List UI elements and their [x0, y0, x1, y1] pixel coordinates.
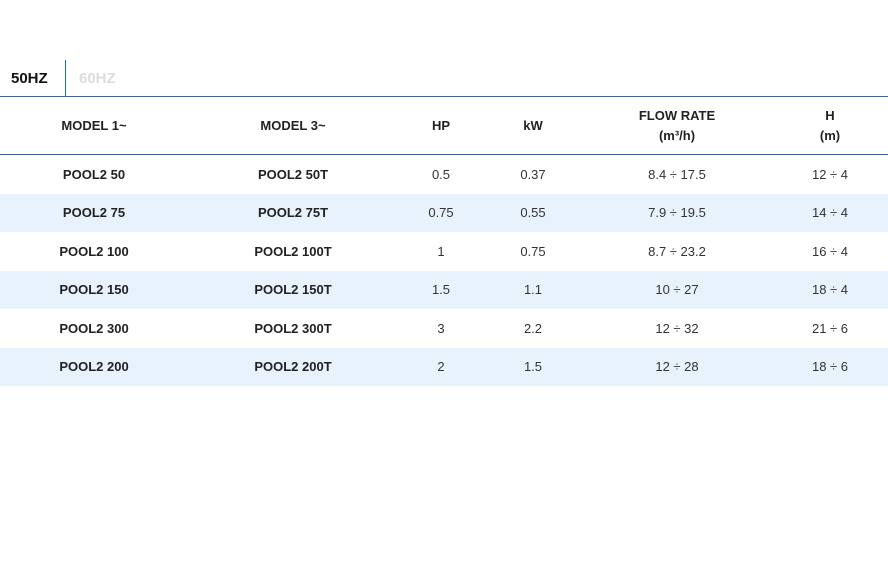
- cell-hp: 0.5: [431, 166, 451, 182]
- cell-model3: POOL2 150T: [254, 282, 332, 298]
- cell-hp: 3: [437, 320, 445, 336]
- cell-hp: 0.75: [428, 205, 454, 221]
- cell-head: 21 ÷ 6: [811, 320, 849, 336]
- header-head-unit: (m): [819, 127, 841, 143]
- table-header: MODEL 1~ MODEL 3~ HP kW FLOW RATE (m³/h)…: [0, 96, 888, 155]
- header-head-label: H: [825, 107, 835, 123]
- cell-kw: 2.2: [523, 320, 543, 336]
- table-row: POOL2 100 POOL2 100T 1 0.75 8.7 ÷ 23.2 1…: [0, 232, 888, 271]
- tab-60hz[interactable]: 60HZ: [66, 60, 116, 96]
- header-flow-rate: FLOW RATE (m³/h): [582, 97, 772, 155]
- frequency-tabs: 50HZ 60HZ: [0, 60, 888, 96]
- cell-kw: 1.1: [523, 282, 543, 298]
- cell-model1: POOL2 100: [59, 243, 129, 259]
- cell-model1: POOL2 75: [62, 205, 126, 221]
- cell-hp: 2: [437, 359, 445, 375]
- cell-model1: POOL2 200: [59, 359, 129, 375]
- table-row: POOL2 150 POOL2 150T 1.5 1.1 10 ÷ 27 18 …: [0, 270, 888, 309]
- cell-flow: 12 ÷ 32: [655, 320, 699, 336]
- cell-kw: 0.75: [520, 243, 546, 259]
- pump-spec-table-container: MODEL 1~ MODEL 3~ HP kW FLOW RATE (m³/h)…: [0, 96, 888, 386]
- cell-flow: 8.7 ÷ 23.2: [648, 243, 706, 259]
- cell-kw: 0.37: [520, 166, 546, 182]
- cell-head: 14 ÷ 4: [811, 205, 849, 221]
- header-model1: MODEL 1~: [61, 117, 127, 133]
- cell-model3: POOL2 300T: [254, 320, 332, 336]
- cell-head: 18 ÷ 4: [811, 282, 849, 298]
- cell-head: 12 ÷ 4: [811, 166, 849, 182]
- cell-kw: 0.55: [520, 205, 546, 221]
- header-model3: MODEL 3~: [260, 117, 326, 133]
- cell-model1: POOL2 300: [59, 320, 129, 336]
- table-body: POOL2 50 POOL2 50T 0.5 0.37 8.4 ÷ 17.5 1…: [0, 155, 888, 386]
- cell-flow: 8.4 ÷ 17.5: [648, 166, 706, 182]
- header-flow-rate-unit: (m³/h): [658, 127, 696, 143]
- table-row: POOL2 75 POOL2 75T 0.75 0.55 7.9 ÷ 19.5 …: [0, 193, 888, 232]
- cell-model3: POOL2 100T: [254, 243, 332, 259]
- cell-flow: 7.9 ÷ 19.5: [648, 205, 706, 221]
- header-hp: HP: [431, 117, 451, 133]
- cell-kw: 1.5: [523, 359, 543, 375]
- header-kw: kW: [523, 117, 543, 133]
- cell-model1: POOL2 50: [62, 166, 126, 182]
- header-flow-rate-label: FLOW RATE: [638, 107, 716, 123]
- table-row: POOL2 300 POOL2 300T 3 2.2 12 ÷ 32 21 ÷ …: [0, 309, 888, 348]
- cell-head: 18 ÷ 6: [811, 359, 849, 375]
- header-head: H (m): [772, 97, 888, 155]
- cell-model3: POOL2 200T: [254, 359, 332, 375]
- pump-spec-table: MODEL 1~ MODEL 3~ HP kW FLOW RATE (m³/h)…: [0, 96, 888, 386]
- header-row: MODEL 1~ MODEL 3~ HP kW FLOW RATE (m³/h)…: [0, 96, 888, 155]
- cell-model3: POOL2 75T: [257, 205, 329, 221]
- cell-flow: 12 ÷ 28: [655, 359, 699, 375]
- cell-head: 16 ÷ 4: [811, 243, 849, 259]
- cell-model3: POOL2 50T: [257, 166, 329, 182]
- cell-flow: 10 ÷ 27: [655, 282, 699, 298]
- cell-hp: 1.5: [431, 282, 451, 298]
- table-row: POOL2 50 POOL2 50T 0.5 0.37 8.4 ÷ 17.5 1…: [0, 155, 888, 194]
- tab-50hz[interactable]: 50HZ: [0, 60, 66, 96]
- table-row: POOL2 200 POOL2 200T 2 1.5 12 ÷ 28 18 ÷ …: [0, 347, 888, 386]
- cell-model1: POOL2 150: [59, 282, 129, 298]
- cell-hp: 1: [437, 243, 445, 259]
